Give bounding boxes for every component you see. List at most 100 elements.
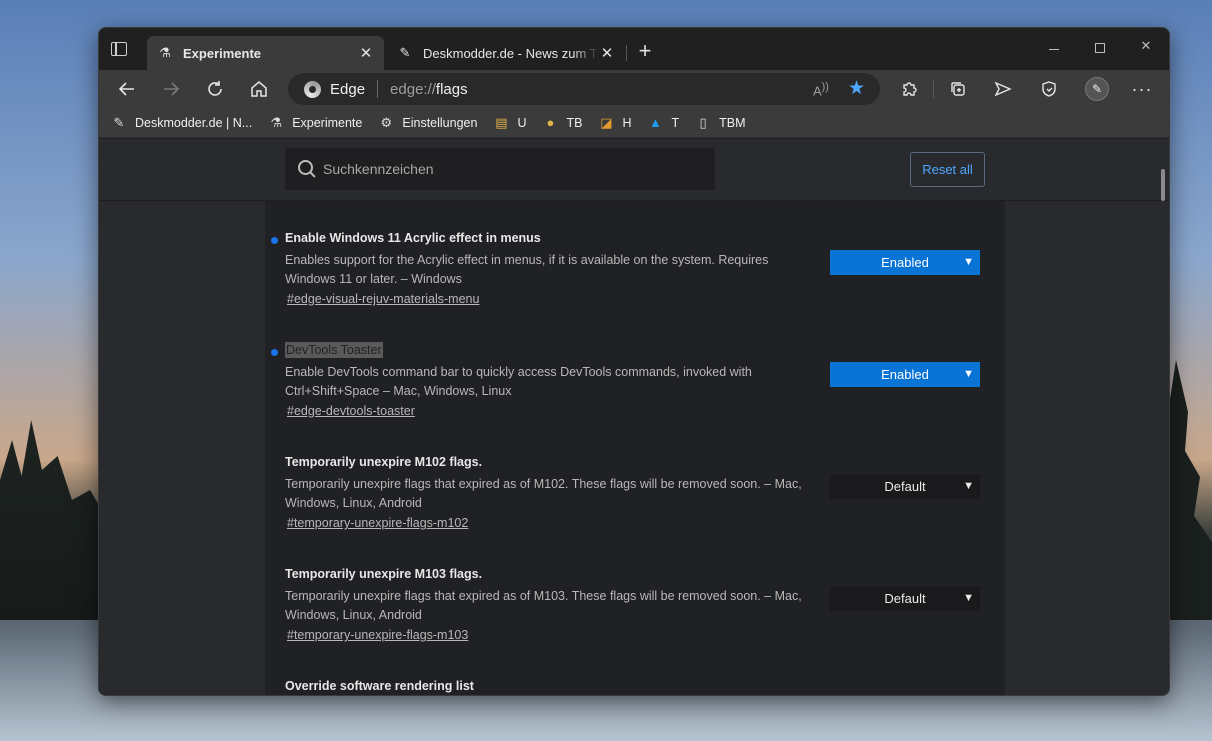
flag-description: Enables support for the Acrylic effect i…	[285, 253, 769, 286]
tab-actions-icon[interactable]	[111, 42, 127, 56]
bookmark-label: T	[671, 115, 680, 130]
collections-button[interactable]	[943, 74, 973, 104]
modified-indicator	[271, 349, 278, 356]
flag-link[interactable]: #edge-visual-rejuv-materials-menu	[287, 292, 479, 306]
twitter-icon: ▲	[649, 115, 662, 130]
bookmark-t[interactable]: ▲ T	[647, 115, 679, 131]
flag-select[interactable]: Default ▼	[830, 474, 980, 499]
bookmark-tbm[interactable]: ▯ TBM	[695, 114, 746, 131]
shield-heart-icon	[1042, 81, 1056, 97]
deskmodder-icon: ✎	[113, 114, 125, 130]
folder-u-icon: ▤	[495, 114, 508, 130]
flag-title: Override software rendering list	[285, 679, 474, 693]
home-button[interactable]	[244, 74, 274, 104]
flag-description: Temporarily unexpire flags that expired …	[285, 477, 802, 510]
bookmark-label: TBM	[719, 115, 746, 130]
collections-icon	[951, 82, 965, 96]
send-icon	[994, 81, 1012, 97]
bookmark-u[interactable]: ▤ U	[493, 115, 526, 131]
bookmark-label: TB	[566, 115, 583, 130]
search-box[interactable]	[285, 148, 715, 190]
bookmark-experimente[interactable]: ⚗ Experimente	[268, 115, 362, 131]
reset-all-button[interactable]: Reset all	[910, 152, 985, 187]
tab-strip: ⚗ Experimente ✕ ✎ Deskmodder.de - News z…	[99, 28, 1169, 70]
flag-link[interactable]: #temporary-unexpire-flags-m103	[287, 628, 468, 642]
maximize-button[interactable]	[1077, 38, 1123, 60]
minimize-button[interactable]	[1031, 38, 1077, 60]
toolbar-divider	[933, 80, 934, 98]
browser-essentials-button[interactable]	[1034, 74, 1064, 104]
forward-button[interactable]	[156, 74, 186, 104]
flag-select[interactable]: Default ▼	[830, 586, 980, 611]
tab-experimente[interactable]: ⚗ Experimente ✕	[147, 36, 384, 70]
scrollbar-thumb[interactable]	[1161, 169, 1165, 201]
bookmark-deskmodder[interactable]: ✎ Deskmodder.de | N...	[111, 114, 253, 131]
bookmark-tb[interactable]: ● TB	[542, 115, 583, 131]
tab-separator	[626, 45, 627, 61]
chevron-down-icon: ▼	[963, 480, 974, 492]
flag-title: Temporarily unexpire M102 flags.	[285, 455, 483, 469]
flag-title: DevTools Toaster	[285, 342, 383, 358]
flag-link[interactable]: #temporary-unexpire-flags-m102	[287, 516, 468, 530]
select-value: Default	[884, 479, 926, 494]
flags-page: Reset all Enable Windows 11 Acrylic effe…	[99, 139, 1169, 695]
chevron-down-icon: ▼	[963, 592, 974, 604]
bookmarks-bar: ✎ Deskmodder.de | N... ⚗ Experimente ⚙ E…	[99, 108, 1169, 138]
bookmark-einstellungen[interactable]: ⚙ Einstellungen	[378, 115, 478, 131]
select-value: Enabled	[881, 367, 929, 382]
bookmark-h[interactable]: ◪ H	[598, 115, 631, 131]
select-value: Default	[884, 591, 926, 606]
window-close-button[interactable]: ✕	[1123, 38, 1169, 60]
tab-deskmodder[interactable]: ✎ Deskmodder.de - News zum The ✕	[387, 36, 625, 70]
edge-logo-icon	[304, 80, 321, 98]
forward-arrow-icon	[164, 82, 180, 96]
new-tab-button[interactable]: +	[633, 40, 657, 64]
address-separator	[377, 80, 379, 98]
toolbar: Edge edge:// flags A)) ★ ✎ ···	[99, 70, 1169, 108]
select-value: Enabled	[881, 255, 929, 270]
tab-title: Deskmodder.de - News zum The	[423, 45, 599, 61]
chevron-down-icon: ▼	[963, 256, 974, 268]
flag-select[interactable]: Enabled ▼	[830, 250, 980, 275]
browser-window: ⚗ Experimente ✕ ✎ Deskmodder.de - News z…	[98, 27, 1170, 696]
flag-title: Temporarily unexpire M103 flags.	[285, 567, 483, 581]
extensions-button[interactable]	[894, 74, 924, 104]
share-button[interactable]	[988, 74, 1018, 104]
tab-title: Experimente	[183, 45, 262, 61]
url-path: flags	[435, 80, 468, 98]
flask-icon: ⚗	[159, 45, 171, 60]
favorite-star-icon[interactable]: ★	[848, 77, 865, 100]
bookmark-label: Einstellungen	[402, 115, 478, 130]
back-button[interactable]	[112, 74, 142, 104]
refresh-button[interactable]	[200, 74, 230, 104]
search-input[interactable]	[323, 161, 683, 177]
flask-icon: ⚗	[270, 114, 283, 130]
address-brand: Edge	[330, 80, 366, 98]
back-arrow-icon	[118, 82, 134, 96]
flags-header: Reset all	[99, 139, 1169, 201]
search-icon	[297, 159, 317, 179]
more-dots-icon: ···	[1131, 78, 1153, 99]
flag-description: Enable DevTools command bar to quickly a…	[285, 365, 752, 398]
address-bar[interactable]: Edge edge:// flags A)) ★	[288, 73, 880, 105]
refresh-icon	[208, 81, 222, 96]
bookmark-label: U	[517, 115, 527, 130]
profile-avatar[interactable]: ✎	[1085, 77, 1109, 101]
close-icon[interactable]: ✕	[358, 44, 374, 62]
read-aloud-icon[interactable]: A))	[813, 81, 829, 98]
url-scheme: edge://	[390, 80, 436, 98]
flag-title: Enable Windows 11 Acrylic effect in menu…	[285, 231, 541, 245]
flags-list: Enable Windows 11 Acrylic effect in menu…	[265, 201, 1005, 695]
page-icon: ▯	[699, 114, 707, 130]
chevron-down-icon: ▼	[963, 368, 974, 380]
puzzle-icon	[903, 82, 917, 96]
flag-link[interactable]: #edge-devtools-toaster	[287, 404, 415, 418]
bookmark-label: H	[622, 115, 632, 130]
flag-select[interactable]: Enabled ▼	[830, 362, 980, 387]
h-icon: ◪	[600, 114, 613, 130]
tb-icon: ●	[546, 115, 555, 130]
settings-more-button[interactable]: ···	[1127, 74, 1157, 104]
deskmodder-icon: ✎	[399, 45, 411, 60]
modified-indicator	[271, 237, 278, 244]
close-icon[interactable]: ✕	[599, 44, 615, 62]
